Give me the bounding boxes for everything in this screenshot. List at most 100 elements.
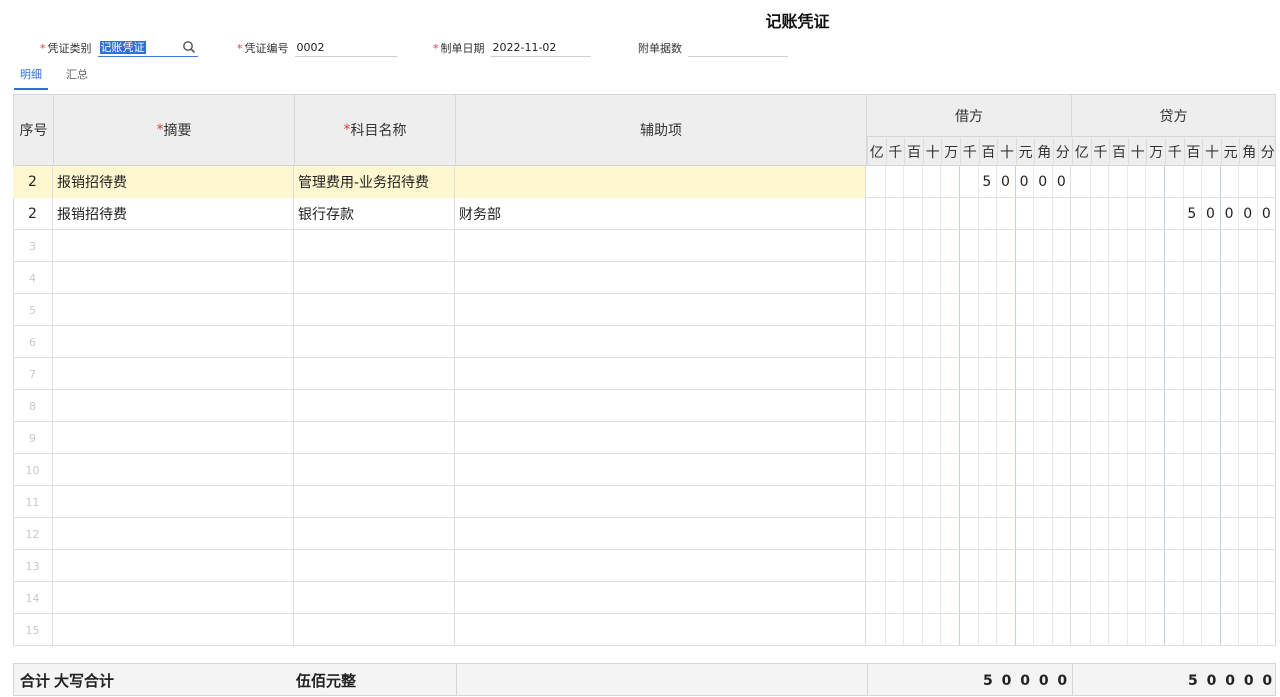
- summary-cell[interactable]: [53, 358, 294, 390]
- summary-cell[interactable]: [53, 262, 294, 294]
- account-cell[interactable]: [294, 582, 455, 614]
- account-cell[interactable]: [294, 454, 455, 486]
- search-icon[interactable]: [182, 40, 196, 54]
- credit-cell[interactable]: [1071, 166, 1276, 198]
- table-row[interactable]: 14: [13, 582, 1276, 614]
- debit-cell[interactable]: [866, 614, 1071, 646]
- account-cell[interactable]: [294, 486, 455, 518]
- aux-cell[interactable]: [455, 422, 866, 454]
- aux-cell[interactable]: [455, 486, 866, 518]
- summary-cell[interactable]: [53, 550, 294, 582]
- account-cell[interactable]: [294, 422, 455, 454]
- credit-cell[interactable]: [1071, 550, 1276, 582]
- account-cell[interactable]: 银行存款: [294, 198, 455, 230]
- summary-cell[interactable]: 报销招待费: [53, 198, 294, 230]
- table-row[interactable]: 10: [13, 454, 1276, 486]
- credit-cell[interactable]: [1071, 294, 1276, 326]
- tab-summary[interactable]: 汇总: [60, 64, 94, 90]
- debit-cell[interactable]: [866, 582, 1071, 614]
- voucher-type-value: 记账凭证: [99, 41, 146, 54]
- attachments-input[interactable]: [688, 39, 788, 57]
- aux-cell[interactable]: [455, 550, 866, 582]
- table-row[interactable]: 8: [13, 390, 1276, 422]
- credit-cell[interactable]: [1071, 230, 1276, 262]
- table-row[interactable]: 5: [13, 294, 1276, 326]
- summary-cell[interactable]: [53, 230, 294, 262]
- aux-cell[interactable]: [455, 326, 866, 358]
- credit-cell[interactable]: [1071, 422, 1276, 454]
- account-cell[interactable]: [294, 390, 455, 422]
- table-row[interactable]: 2 报销招待费 银行存款 财务部 5 0 0 0 0: [13, 198, 1276, 230]
- aux-cell[interactable]: [455, 518, 866, 550]
- account-cell[interactable]: [294, 614, 455, 646]
- debit-cell[interactable]: [866, 358, 1071, 390]
- account-cell[interactable]: [294, 518, 455, 550]
- credit-cell[interactable]: [1071, 582, 1276, 614]
- table-row[interactable]: 2 报销招待费 管理费用-业务招待费 5 0 0 0 0: [13, 166, 1276, 198]
- debit-cell[interactable]: [866, 454, 1071, 486]
- credit-cell[interactable]: [1071, 486, 1276, 518]
- debit-cell[interactable]: [866, 550, 1071, 582]
- summary-cell[interactable]: [53, 518, 294, 550]
- aux-cell[interactable]: [455, 582, 866, 614]
- table-row[interactable]: 4: [13, 262, 1276, 294]
- credit-cell[interactable]: [1071, 262, 1276, 294]
- voucher-type-input[interactable]: 记账凭证: [97, 39, 198, 57]
- aux-cell[interactable]: [455, 166, 866, 198]
- aux-cell[interactable]: [455, 230, 866, 262]
- total-debit-digit: 0: [1020, 672, 1030, 689]
- summary-cell[interactable]: [53, 486, 294, 518]
- summary-cell[interactable]: [53, 390, 294, 422]
- account-cell[interactable]: [294, 262, 455, 294]
- table-row[interactable]: 13: [13, 550, 1276, 582]
- account-cell[interactable]: [294, 230, 455, 262]
- aux-cell[interactable]: [455, 614, 866, 646]
- aux-cell[interactable]: 财务部: [455, 198, 866, 230]
- debit-cell[interactable]: [866, 294, 1071, 326]
- summary-cell[interactable]: 报销招待费: [53, 166, 294, 198]
- credit-cell[interactable]: [1071, 358, 1276, 390]
- debit-cell[interactable]: [866, 390, 1071, 422]
- summary-cell[interactable]: [53, 294, 294, 326]
- debit-digit: 0: [1019, 174, 1029, 190]
- summary-cell[interactable]: [53, 326, 294, 358]
- summary-cell[interactable]: [53, 454, 294, 486]
- debit-cell[interactable]: [866, 230, 1071, 262]
- aux-cell[interactable]: [455, 294, 866, 326]
- credit-cell[interactable]: [1071, 390, 1276, 422]
- table-row[interactable]: 3: [13, 230, 1276, 262]
- aux-cell[interactable]: [455, 358, 866, 390]
- credit-cell[interactable]: [1071, 518, 1276, 550]
- table-row[interactable]: 6: [13, 326, 1276, 358]
- table-row[interactable]: 11: [13, 486, 1276, 518]
- summary-cell[interactable]: [53, 614, 294, 646]
- table-row[interactable]: 9: [13, 422, 1276, 454]
- voucher-no-input[interactable]: 0002: [294, 39, 397, 57]
- table-row[interactable]: 12: [13, 518, 1276, 550]
- account-cell[interactable]: [294, 550, 455, 582]
- total-credit-digit: 0: [1243, 672, 1254, 689]
- tab-detail[interactable]: 明细: [14, 64, 48, 90]
- upper-total-label: 大写合计: [54, 672, 115, 690]
- account-cell[interactable]: [294, 294, 455, 326]
- aux-cell[interactable]: [455, 262, 866, 294]
- debit-cell[interactable]: [866, 262, 1071, 294]
- summary-cell[interactable]: [53, 422, 294, 454]
- debit-cell[interactable]: [866, 486, 1071, 518]
- credit-cell[interactable]: [1071, 454, 1276, 486]
- debit-cell[interactable]: [866, 518, 1071, 550]
- debit-cell[interactable]: [866, 422, 1071, 454]
- account-cell[interactable]: 管理费用-业务招待费: [294, 166, 455, 198]
- credit-cell[interactable]: [1071, 614, 1276, 646]
- account-cell[interactable]: [294, 358, 455, 390]
- table-row[interactable]: 7: [13, 358, 1276, 390]
- date-input[interactable]: 2022-11-02: [490, 39, 591, 57]
- summary-cell[interactable]: [53, 582, 294, 614]
- debit-cell[interactable]: [866, 198, 1071, 230]
- debit-cell[interactable]: [866, 326, 1071, 358]
- aux-cell[interactable]: [455, 390, 866, 422]
- account-cell[interactable]: [294, 326, 455, 358]
- aux-cell[interactable]: [455, 454, 866, 486]
- credit-cell[interactable]: [1071, 326, 1276, 358]
- table-row[interactable]: 15: [13, 614, 1276, 646]
